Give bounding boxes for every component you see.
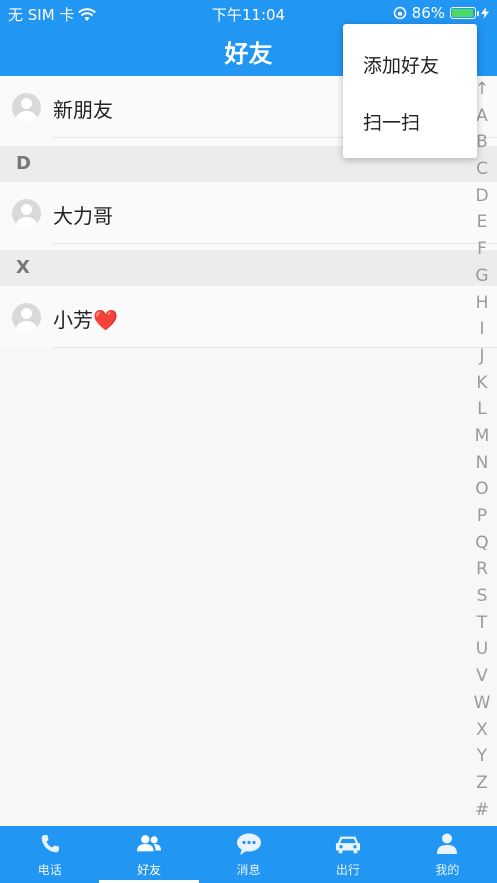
charging-icon bbox=[481, 7, 489, 19]
tab-bar: 电话 好友 消息 出行 我的 bbox=[0, 826, 497, 883]
index-letter[interactable]: R bbox=[467, 556, 497, 583]
contact-row[interactable]: 小芳❤️ bbox=[0, 286, 497, 348]
tab-messages[interactable]: 消息 bbox=[199, 826, 298, 883]
popup-menu: 添加好友 扫一扫 bbox=[343, 24, 477, 158]
battery-percent: 86% bbox=[411, 4, 445, 22]
tab-label: 消息 bbox=[236, 863, 261, 877]
avatar bbox=[12, 303, 41, 332]
friends-icon bbox=[137, 835, 162, 852]
section-letter: X bbox=[16, 257, 30, 278]
scan-menu-item[interactable]: 扫一扫 bbox=[363, 108, 420, 135]
index-letter[interactable]: C bbox=[467, 156, 497, 183]
section-header-x: X bbox=[0, 250, 497, 286]
index-letter[interactable]: S bbox=[467, 583, 497, 610]
contact-row[interactable]: 大力哥 bbox=[0, 182, 497, 244]
contact-name: 新朋友 bbox=[53, 98, 113, 122]
index-letter[interactable]: T bbox=[467, 610, 497, 637]
section-letter: D bbox=[16, 153, 31, 174]
tab-profile[interactable]: 我的 bbox=[398, 826, 497, 883]
index-letter[interactable]: U bbox=[467, 636, 497, 663]
index-letter[interactable]: M bbox=[467, 423, 497, 450]
index-letter[interactable]: D bbox=[467, 183, 497, 210]
status-bar: 无 SIM 卡 下午11:04 86% bbox=[0, 0, 497, 26]
index-letter[interactable]: E bbox=[467, 209, 497, 236]
tab-label: 好友 bbox=[137, 863, 162, 877]
contact-name: 大力哥 bbox=[53, 204, 113, 228]
index-letter[interactable]: V bbox=[467, 663, 497, 690]
index-letter[interactable]: K bbox=[467, 370, 497, 397]
index-letter[interactable]: # bbox=[467, 797, 497, 824]
profile-icon bbox=[437, 833, 458, 854]
avatar bbox=[12, 93, 41, 122]
tab-label: 我的 bbox=[435, 863, 460, 877]
add-friend-menu-item[interactable]: 添加好友 bbox=[363, 51, 439, 78]
index-letter[interactable]: Y bbox=[467, 743, 497, 770]
tab-label: 出行 bbox=[335, 863, 360, 877]
index-letter[interactable]: Z bbox=[467, 770, 497, 797]
phone-icon bbox=[41, 835, 59, 853]
index-letter[interactable]: J bbox=[467, 343, 497, 370]
tab-label: 电话 bbox=[37, 863, 62, 877]
index-letter[interactable]: W bbox=[467, 690, 497, 717]
contact-name: 小芳❤️ bbox=[53, 308, 118, 332]
battery-icon bbox=[450, 7, 479, 19]
tab-phone[interactable]: 电话 bbox=[0, 826, 99, 883]
index-letter[interactable]: Q bbox=[467, 530, 497, 557]
index-letter[interactable]: O bbox=[467, 476, 497, 503]
rotation-lock-icon bbox=[393, 6, 406, 20]
tab-friends[interactable]: 好友 bbox=[99, 826, 199, 883]
status-right: 86% bbox=[393, 4, 489, 22]
index-letter[interactable]: I bbox=[467, 316, 497, 343]
index-letter[interactable]: N bbox=[467, 450, 497, 477]
avatar bbox=[12, 199, 41, 228]
alphabet-index[interactable]: ↑ A B C D E F G H I J K L M N O P Q R S T U V W X Y Z # bbox=[467, 76, 497, 823]
battery-fill bbox=[452, 9, 473, 17]
index-letter[interactable]: G bbox=[467, 263, 497, 290]
index-letter[interactable]: X bbox=[467, 717, 497, 744]
index-letter[interactable]: H bbox=[467, 290, 497, 317]
index-letter[interactable]: L bbox=[467, 396, 497, 423]
car-icon bbox=[335, 836, 360, 854]
tab-travel[interactable]: 出行 bbox=[298, 826, 397, 883]
divider bbox=[53, 347, 497, 348]
index-letter[interactable]: F bbox=[467, 236, 497, 263]
index-letter[interactable]: P bbox=[467, 503, 497, 530]
message-icon bbox=[236, 833, 261, 855]
